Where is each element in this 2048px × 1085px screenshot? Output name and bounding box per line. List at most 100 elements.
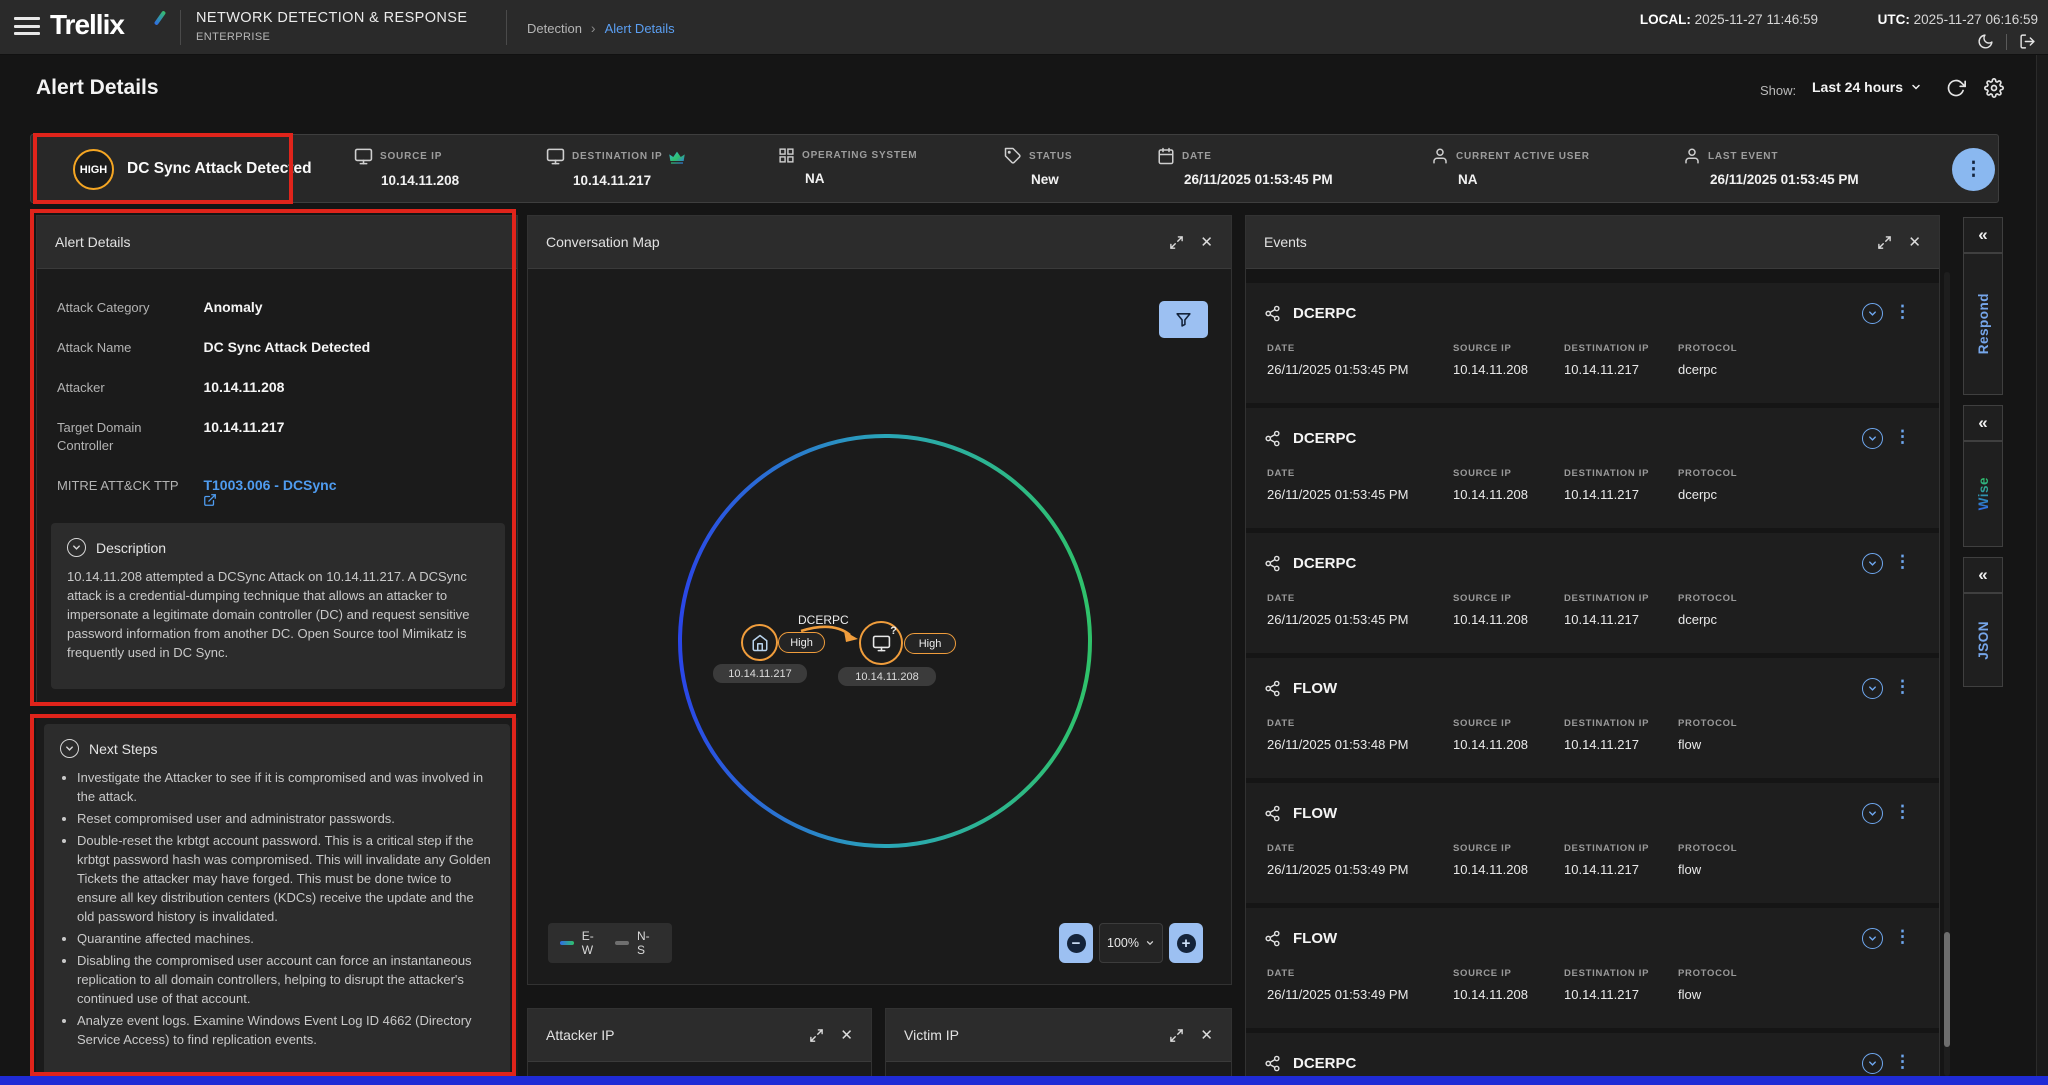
breadcrumb-current: Alert Details — [605, 21, 675, 36]
event-name: FLOW — [1293, 930, 1337, 947]
next-step-item: Disabling the compromised user account c… — [77, 951, 494, 1008]
event-destination-ip: DESTINATION IP 10.14.11.217 — [1564, 593, 1649, 627]
refresh-icon[interactable] — [1946, 78, 1966, 98]
collapse-section-icon[interactable] — [67, 538, 86, 557]
event-card[interactable]: DCERPC ⋮ DATE 26/11/2025 01:53:45 PM SOU… — [1246, 533, 1939, 653]
expand-event-icon[interactable] — [1862, 303, 1883, 324]
next-steps-panel: Next Steps Investigate the Attacker to s… — [36, 718, 518, 1085]
event-destination-ip: DESTINATION IP 10.14.11.217 — [1564, 718, 1649, 752]
share-network-icon — [1264, 680, 1281, 697]
settings-gear-icon[interactable] — [1984, 78, 2004, 98]
event-name: DCERPC — [1293, 555, 1356, 572]
event-card[interactable]: FLOW ⋮ DATE 26/11/2025 01:53:49 PM SOURC… — [1246, 783, 1939, 903]
share-network-icon — [1264, 555, 1281, 572]
wise-tab-label: Wise — [1976, 477, 1991, 510]
conversation-map-panel: Conversation Map ✕ DCERPC — [527, 215, 1232, 985]
event-menu-icon[interactable]: ⋮ — [1894, 677, 1911, 697]
event-menu-icon[interactable]: ⋮ — [1894, 802, 1911, 822]
event-destination-ip: DESTINATION IP 10.14.11.217 — [1564, 843, 1649, 877]
event-destination-ip: DESTINATION IP 10.14.11.217 — [1564, 468, 1649, 502]
panel-title: Events — [1264, 234, 1307, 250]
next-steps-box: Next Steps Investigate the Attacker to s… — [44, 724, 510, 1076]
hamburger-menu-icon[interactable] — [14, 17, 40, 37]
close-panel-icon[interactable]: ✕ — [1200, 233, 1213, 251]
panel-title: Alert Details — [55, 234, 130, 250]
expand-event-icon[interactable] — [1862, 553, 1883, 574]
events-scrollbar[interactable] — [1944, 272, 1950, 1076]
page-right-edge — [2036, 55, 2048, 1085]
event-menu-icon[interactable]: ⋮ — [1894, 552, 1911, 572]
expand-panel-icon[interactable] — [1169, 1028, 1184, 1043]
share-network-icon — [1264, 305, 1281, 322]
expand-event-icon[interactable] — [1862, 428, 1883, 449]
event-card[interactable]: DCERPC ⋮ DATE 26/11/2025 01:53:45 PM SOU… — [1246, 408, 1939, 528]
node-severity-badge: High — [778, 632, 825, 653]
host-icon — [354, 147, 373, 166]
event-card[interactable]: DCERPC ⋮ DATE 26/11/2025 01:53:45 PM SOU… — [1246, 283, 1939, 403]
event-date: DATE 26/11/2025 01:53:45 PM — [1267, 343, 1408, 377]
summary-field-date: DATE 26/11/2025 01:53:45 PM — [1157, 147, 1333, 187]
expand-event-icon[interactable] — [1862, 678, 1883, 699]
mitre-ttp-link[interactable]: T1003.006 - DCSync — [203, 477, 336, 507]
plus-icon: + — [1177, 934, 1196, 953]
event-menu-icon[interactable]: ⋮ — [1894, 302, 1911, 322]
user-icon — [1431, 147, 1449, 165]
time-range-dropdown[interactable]: Last 24 hours — [1812, 79, 1922, 95]
node-target-dc[interactable] — [741, 624, 778, 661]
logout-icon[interactable] — [2019, 33, 2036, 50]
event-name: DCERPC — [1293, 305, 1356, 322]
event-menu-icon[interactable]: ⋮ — [1894, 927, 1911, 947]
expand-respond-panel-icon[interactable]: « — [1963, 217, 2003, 253]
expand-event-icon[interactable] — [1862, 803, 1883, 824]
expand-wise-panel-icon[interactable]: « — [1963, 405, 2003, 441]
summary-field-destination-ip: DESTINATION IP 10.14.11.217 — [546, 147, 685, 188]
share-network-icon — [1264, 930, 1281, 947]
zoom-in-button[interactable]: + — [1169, 923, 1203, 963]
expand-panel-icon[interactable] — [809, 1028, 824, 1043]
workstation-icon — [872, 634, 891, 653]
scrollbar-thumb[interactable] — [1944, 932, 1950, 1047]
close-panel-icon[interactable]: ✕ — [840, 1026, 853, 1044]
event-date: DATE 26/11/2025 01:53:49 PM — [1267, 843, 1408, 877]
zoom-level-dropdown[interactable]: 100% — [1099, 923, 1163, 963]
dark-mode-moon-icon[interactable] — [1977, 33, 1994, 50]
events-list: DCERPC ⋮ DATE 26/11/2025 01:53:45 PM SOU… — [1246, 269, 1939, 1085]
next-step-item: Analyze event logs. Examine Windows Even… — [77, 1011, 494, 1049]
event-menu-icon[interactable]: ⋮ — [1894, 427, 1911, 447]
field-attacker: Attacker 10.14.11.208 — [57, 379, 284, 397]
expand-json-panel-icon[interactable]: « — [1963, 557, 2003, 593]
event-source-ip: SOURCE IP 10.14.11.208 — [1453, 343, 1528, 377]
events-panel: Events ✕ DCERPC ⋮ — [1245, 215, 1940, 1085]
expand-event-icon[interactable] — [1862, 928, 1883, 949]
tab-json[interactable]: JSON — [1963, 593, 2003, 687]
zoom-out-button[interactable]: − — [1059, 923, 1093, 963]
event-date: DATE 26/11/2025 01:53:48 PM — [1267, 718, 1408, 752]
event-name: FLOW — [1293, 805, 1337, 822]
event-source-ip: SOURCE IP 10.14.11.208 — [1453, 468, 1528, 502]
event-card[interactable]: FLOW ⋮ DATE 26/11/2025 01:53:48 PM SOURC… — [1246, 658, 1939, 778]
breadcrumb-parent[interactable]: Detection — [527, 21, 582, 36]
alert-actions-menu-button[interactable]: ⋮ — [1952, 148, 1995, 191]
tab-wise[interactable]: Wise — [1963, 441, 2003, 547]
share-network-icon — [1264, 1055, 1281, 1072]
next-step-item: Investigate the Attacker to see if it is… — [77, 768, 494, 806]
next-steps-title: Next Steps — [89, 741, 157, 757]
field-mitre-ttp: MITRE ATT&CK TTP T1003.006 - DCSync — [57, 477, 337, 507]
page-title: Alert Details — [36, 76, 159, 100]
event-date: DATE 26/11/2025 01:53:45 PM — [1267, 468, 1408, 502]
event-card[interactable]: FLOW ⋮ DATE 26/11/2025 01:53:49 PM SOURC… — [1246, 908, 1939, 1028]
expand-event-icon[interactable] — [1862, 1053, 1883, 1074]
expand-panel-icon[interactable] — [1169, 235, 1184, 250]
next-steps-list: Investigate the Attacker to see if it is… — [77, 768, 494, 1049]
node-attacker[interactable]: ? — [859, 621, 903, 665]
ndr-alert-details-screen: Trellix NETWORK DETECTION & RESPONSE ENT… — [0, 0, 2048, 1085]
collapse-section-icon[interactable] — [60, 739, 79, 758]
event-protocol: PROTOCOL flow — [1678, 968, 1737, 1002]
event-protocol: PROTOCOL dcerpc — [1678, 593, 1737, 627]
summary-field-operating-system: OPERATING SYSTEM NA — [778, 147, 917, 186]
close-panel-icon[interactable]: ✕ — [1200, 1026, 1213, 1044]
expand-panel-icon[interactable] — [1877, 235, 1892, 250]
event-menu-icon[interactable]: ⋮ — [1894, 1052, 1911, 1072]
tab-respond[interactable]: Respond — [1963, 253, 2003, 395]
close-panel-icon[interactable]: ✕ — [1908, 233, 1921, 251]
